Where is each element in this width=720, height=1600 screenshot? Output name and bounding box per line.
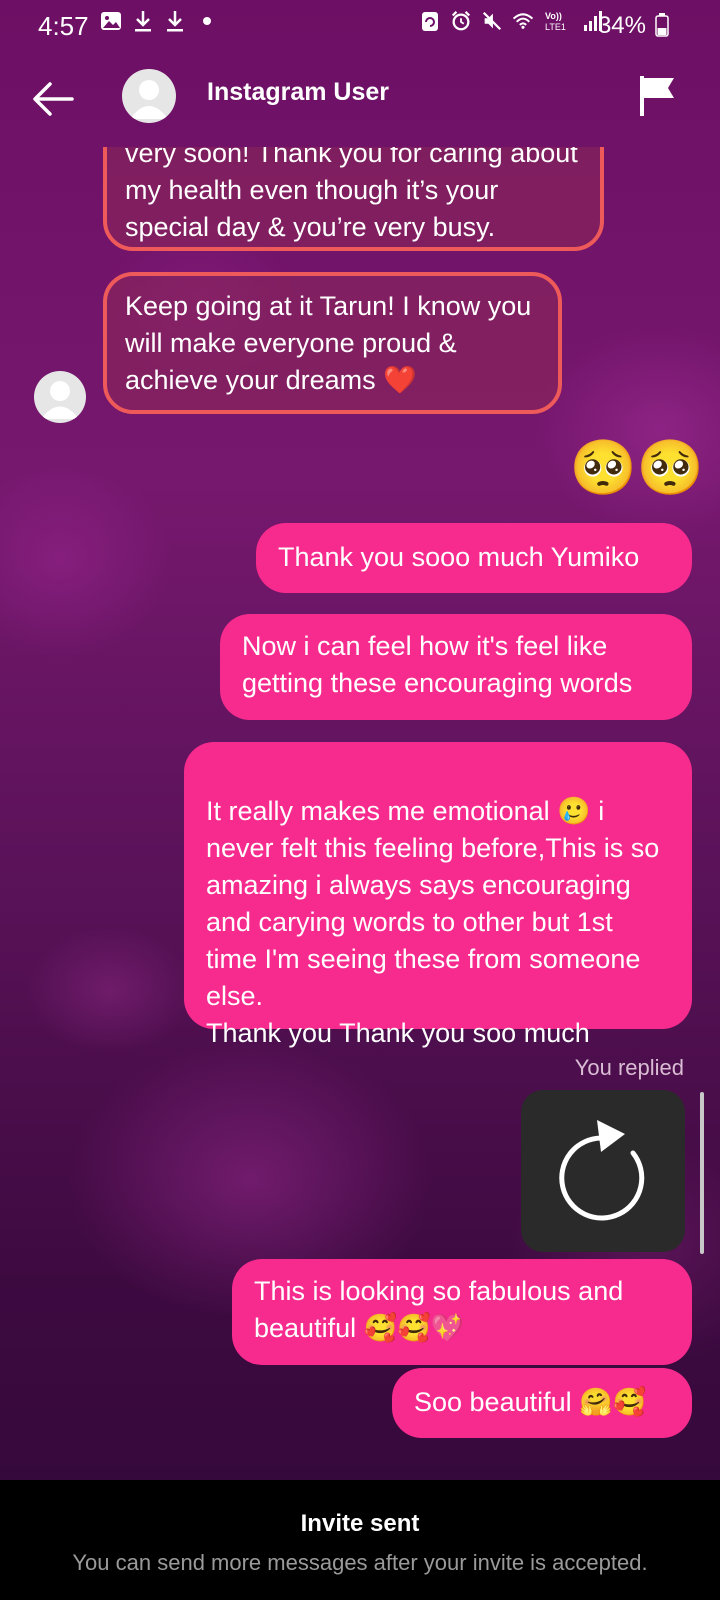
incoming-message[interactable]: Keep going at it Tarun! I know you will …	[103, 272, 562, 414]
status-bar: 4:57 Vo)) LTE1 34%	[0, 0, 720, 52]
wifi-icon	[512, 10, 534, 32]
invite-sent-subtitle: You can send more messages after your in…	[72, 1550, 648, 1575]
notification-icons	[100, 10, 218, 32]
message-text: Thank you sooo much Yumiko	[278, 542, 640, 572]
sync-icon	[419, 10, 441, 32]
svg-text:LTE1: LTE1	[545, 22, 566, 32]
message-text: This is looking so fabulous and beautifu…	[254, 1276, 624, 1343]
download-icon	[164, 10, 186, 32]
message-text: Now i can feel how it's feel like gettin…	[242, 631, 633, 698]
dot-icon	[196, 10, 218, 32]
back-arrow-icon[interactable]	[28, 74, 78, 124]
download-icon	[132, 10, 154, 32]
battery-icon	[654, 12, 670, 38]
incoming-message[interactable]: very soon! Thank you for caring about my…	[103, 147, 604, 251]
alarm-icon	[450, 10, 472, 32]
invite-footer: Invite sent You can send more messages a…	[0, 1480, 720, 1600]
message-text: Soo beautiful 🤗🥰	[414, 1387, 647, 1417]
pleading-face-emoji: 🥺🥺	[569, 438, 704, 498]
outgoing-message[interactable]: Soo beautiful 🤗🥰	[392, 1368, 692, 1438]
chat-header: Instagram User	[0, 52, 720, 147]
image-icon	[100, 10, 122, 32]
status-time: 4:57	[38, 11, 89, 41]
story-reply-thumbnail[interactable]	[521, 1090, 685, 1252]
outgoing-message[interactable]: Thank you sooo much Yumiko	[256, 523, 692, 593]
refresh-icon	[559, 1120, 645, 1221]
message-thread[interactable]: very soon! Thank you for caring about my…	[0, 147, 720, 1480]
message-text: Keep going at it Tarun! I know you will …	[125, 291, 532, 395]
outgoing-message[interactable]: Now i can feel how it's feel like gettin…	[220, 614, 692, 720]
mute-icon	[481, 10, 503, 32]
flag-icon[interactable]	[638, 74, 680, 118]
message-text: very soon! Thank you for caring about my…	[125, 147, 578, 242]
outgoing-message[interactable]: This is looking so fabulous and beautifu…	[232, 1259, 692, 1365]
user-name[interactable]: Instagram User	[207, 78, 389, 107]
volte-icon: Vo)) LTE1	[543, 10, 573, 32]
you-replied-label: You replied	[574, 1055, 684, 1080]
user-avatar[interactable]	[122, 69, 176, 123]
svg-text:Vo)): Vo))	[545, 11, 562, 21]
emoji-reaction-message[interactable]: 🥺🥺	[570, 437, 704, 499]
system-icons: Vo)) LTE1	[419, 10, 604, 32]
outgoing-message[interactable]: It really makes me emotional 🥲 i never f…	[184, 742, 692, 1048]
message-text: It really makes me emotional 🥲 i never f…	[206, 796, 660, 1048]
invite-sent-title: Invite sent	[300, 1510, 420, 1537]
sender-avatar[interactable]	[34, 371, 86, 423]
battery-percent: 34%	[597, 12, 646, 39]
scrollbar[interactable]	[700, 1092, 704, 1254]
